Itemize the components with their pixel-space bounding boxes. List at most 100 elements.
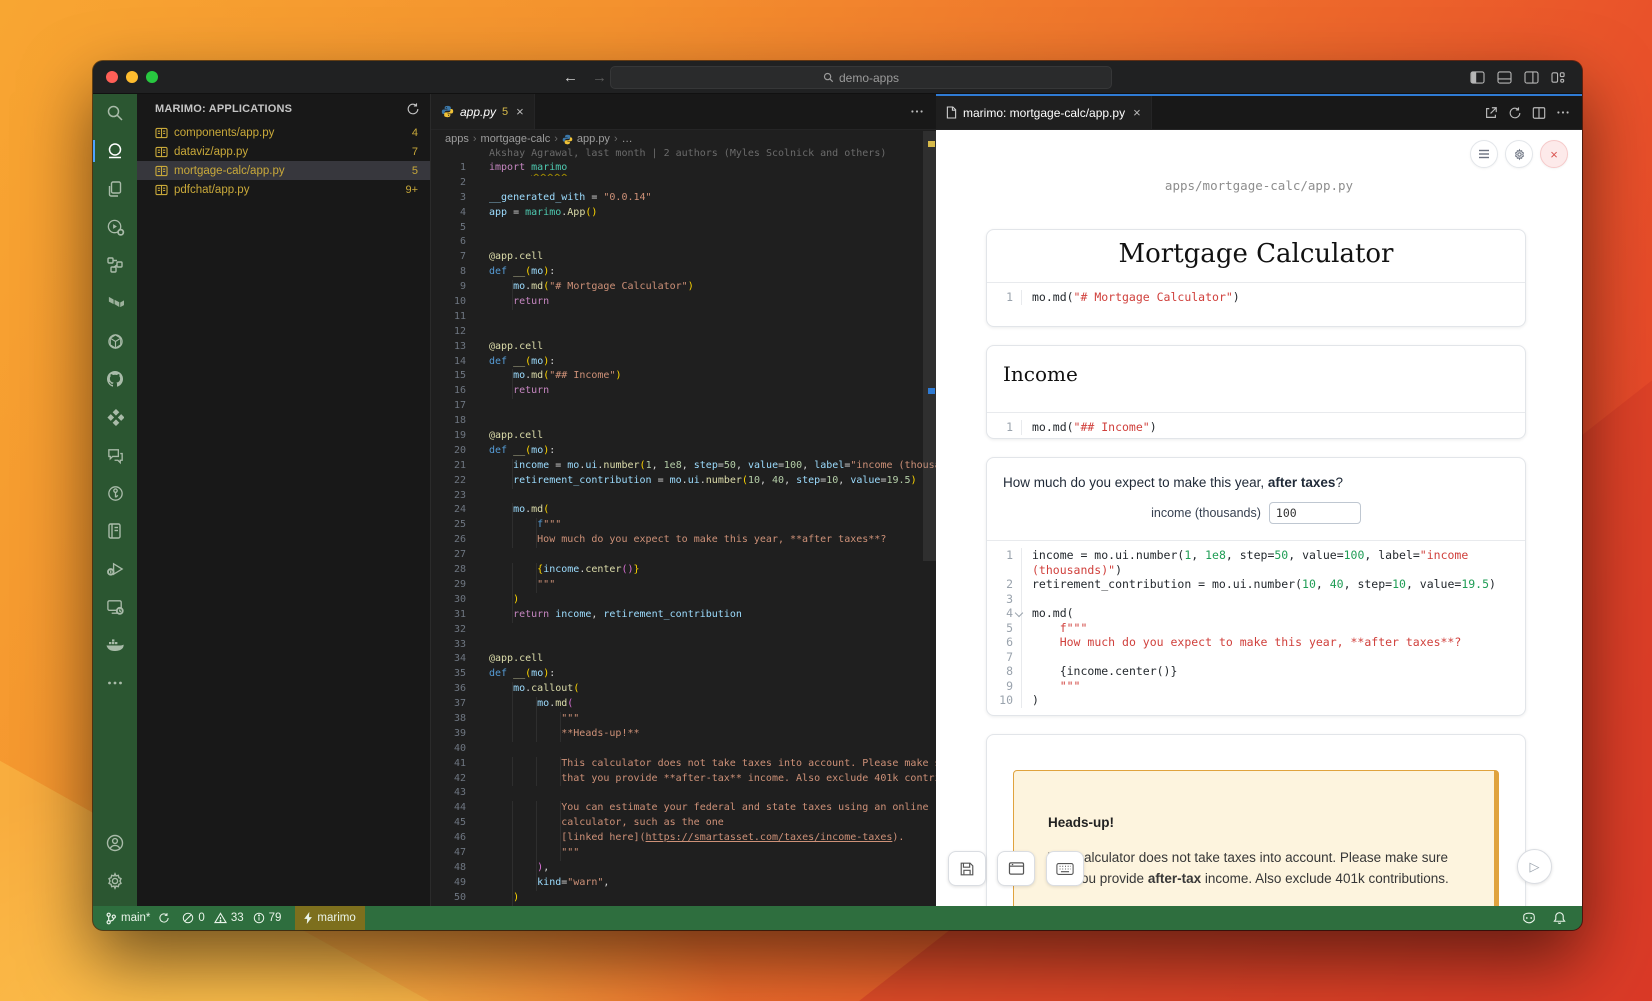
tab-close-icon[interactable]: × — [1133, 105, 1141, 120]
code-line[interactable]: 4app = marimo.App() — [431, 206, 936, 221]
code-line[interactable]: 34@app.cell — [431, 652, 936, 667]
code-editor[interactable]: 1import marimo23__generated_with = "0.0.… — [431, 161, 936, 906]
settings-gear-icon[interactable] — [93, 862, 137, 900]
code-line[interactable]: 18 — [431, 414, 936, 429]
code-line[interactable]: 46[linked here](https://smartasset.com/t… — [431, 831, 936, 846]
code-line[interactable]: 5 — [431, 221, 936, 236]
problems-item[interactable]: 0 33 79 — [176, 906, 287, 930]
copy-pages-icon[interactable] — [93, 170, 137, 208]
code-line[interactable]: 31return income, retirement_contribution — [431, 608, 936, 623]
code-line[interactable]: 29""" — [431, 578, 936, 593]
code-line[interactable]: 43 — [431, 786, 936, 801]
code-line[interactable]: 8def __(mo): — [431, 265, 936, 280]
code-line[interactable]: 38""" — [431, 712, 936, 727]
commit-graph-icon[interactable] — [93, 474, 137, 512]
code-line[interactable]: 33 — [431, 638, 936, 653]
code-line[interactable]: 25f""" — [431, 518, 936, 533]
close-window-button[interactable] — [106, 71, 118, 83]
save-button[interactable] — [948, 851, 986, 886]
history-back-icon[interactable]: ← — [563, 69, 578, 86]
refresh-icon[interactable] — [406, 102, 420, 116]
sidebar-file-item[interactable]: components/app.py4 — [137, 123, 430, 142]
reload-icon[interactable] — [1508, 106, 1522, 120]
code-line[interactable]: 37mo.md( — [431, 697, 936, 712]
zoom-window-button[interactable] — [146, 71, 158, 83]
tab-close-icon[interactable]: × — [516, 104, 524, 119]
webview-menu-button[interactable] — [1470, 140, 1498, 168]
income-number-input[interactable] — [1269, 502, 1361, 524]
code-line[interactable]: 23 — [431, 489, 936, 504]
code-line[interactable]: 39**Heads-up!** — [431, 727, 936, 742]
code-line[interactable]: 1import marimo — [431, 161, 936, 176]
remote-preview-icon[interactable] — [93, 588, 137, 626]
copilot-status-item[interactable] — [1515, 911, 1543, 925]
code-line[interactable]: 21income = mo.ui.number(1, 1e8, step=50,… — [431, 459, 936, 474]
code-line[interactable]: 50) — [431, 891, 936, 906]
code-line[interactable]: 3__generated_with = "0.0.14" — [431, 191, 936, 206]
breadcrumb-item[interactable]: apps — [445, 133, 469, 145]
code-line[interactable]: 40 — [431, 742, 936, 757]
sphere-icon[interactable] — [93, 322, 137, 360]
symbols-icon[interactable] — [93, 246, 137, 284]
account-icon[interactable] — [93, 824, 137, 862]
webview-shutdown-button[interactable]: × — [1540, 140, 1568, 168]
code-line[interactable]: 49kind="warn", — [431, 876, 936, 891]
editor-scrollbar[interactable] — [923, 131, 936, 561]
run-cell-button[interactable]: ▷ — [1517, 849, 1552, 884]
docker-icon[interactable] — [93, 626, 137, 664]
code-line[interactable]: 9mo.md("# Mortgage Calculator") — [431, 280, 936, 295]
code-line[interactable]: 19@app.cell — [431, 429, 936, 444]
command-center-search[interactable]: demo-apps — [610, 66, 1112, 89]
breadcrumb-item[interactable]: mortgage-calc — [481, 133, 551, 145]
customize-layout-icon[interactable] — [1551, 71, 1566, 84]
breadcrumb[interactable]: apps›mortgage-calc›app.py›… — [431, 130, 936, 148]
code-line[interactable]: 41This calculator does not take taxes in… — [431, 757, 936, 772]
code-line[interactable]: 13@app.cell — [431, 340, 936, 355]
code-line[interactable]: 6 — [431, 235, 936, 250]
code-line[interactable]: 35def __(mo): — [431, 667, 936, 682]
code-line[interactable]: 28{income.center()} — [431, 563, 936, 578]
open-external-icon[interactable] — [1484, 106, 1498, 120]
minimize-window-button[interactable] — [126, 71, 138, 83]
code-line[interactable]: 36mo.callout( — [431, 682, 936, 697]
fold-chevron-icon[interactable] — [1015, 609, 1023, 617]
code-line[interactable]: 20def __(mo): — [431, 444, 936, 459]
sidebar-file-item[interactable]: dataviz/app.py7 — [137, 142, 430, 161]
breadcrumb-item[interactable]: … — [622, 133, 633, 145]
terraform-icon[interactable] — [93, 284, 137, 322]
git-branch-item[interactable]: main* — [99, 906, 176, 930]
code-line[interactable]: 11 — [431, 310, 936, 325]
code-line[interactable]: 47""" — [431, 846, 936, 861]
toggle-panel-icon[interactable] — [1497, 71, 1512, 84]
cell-code[interactable]: 1income = mo.ui.number(1, 1e8, step=50, … — [987, 540, 1525, 715]
breadcrumb-item[interactable]: app.py — [577, 133, 610, 145]
code-line[interactable]: 27 — [431, 548, 936, 563]
code-line[interactable]: 12 — [431, 325, 936, 340]
toggle-primary-sidebar-icon[interactable] — [1470, 71, 1485, 84]
open-window-button[interactable] — [997, 851, 1035, 886]
github-icon[interactable] — [93, 360, 137, 398]
sidebar-file-item[interactable]: pdfchat/app.py9+ — [137, 180, 430, 199]
code-line[interactable]: 30) — [431, 593, 936, 608]
code-line[interactable]: 17 — [431, 399, 936, 414]
toggle-secondary-sidebar-icon[interactable] — [1524, 71, 1539, 84]
code-line[interactable]: 44You can estimate your federal and stat… — [431, 801, 936, 816]
cell-code[interactable]: 1mo.md("# Mortgage Calculator") — [987, 282, 1525, 312]
code-line[interactable]: 7@app.cell — [431, 250, 936, 265]
code-line[interactable]: 32 — [431, 623, 936, 638]
run-status-icon[interactable] — [93, 208, 137, 246]
comments-icon[interactable] — [93, 436, 137, 474]
history-forward-icon[interactable]: → — [592, 69, 607, 86]
code-line[interactable]: 10return — [431, 295, 936, 310]
code-line[interactable]: 42that you provide **after-tax** income.… — [431, 772, 936, 787]
marimo-status-item[interactable]: marimo — [295, 906, 364, 930]
code-line[interactable]: 48), — [431, 861, 936, 876]
tab-marimo-preview[interactable]: marimo: mortgage-calc/app.py × — [936, 96, 1152, 129]
more-actions-icon[interactable] — [1556, 110, 1570, 115]
test-run-icon[interactable] — [93, 550, 137, 588]
code-line[interactable]: 22retirement_contribution = mo.ui.number… — [431, 474, 936, 489]
more-views-icon[interactable] — [93, 664, 137, 702]
sidebar-file-item[interactable]: mortgage-calc/app.py5 — [137, 161, 430, 180]
editor-more-actions-icon[interactable] — [910, 109, 924, 114]
notebook-icon[interactable] — [93, 512, 137, 550]
